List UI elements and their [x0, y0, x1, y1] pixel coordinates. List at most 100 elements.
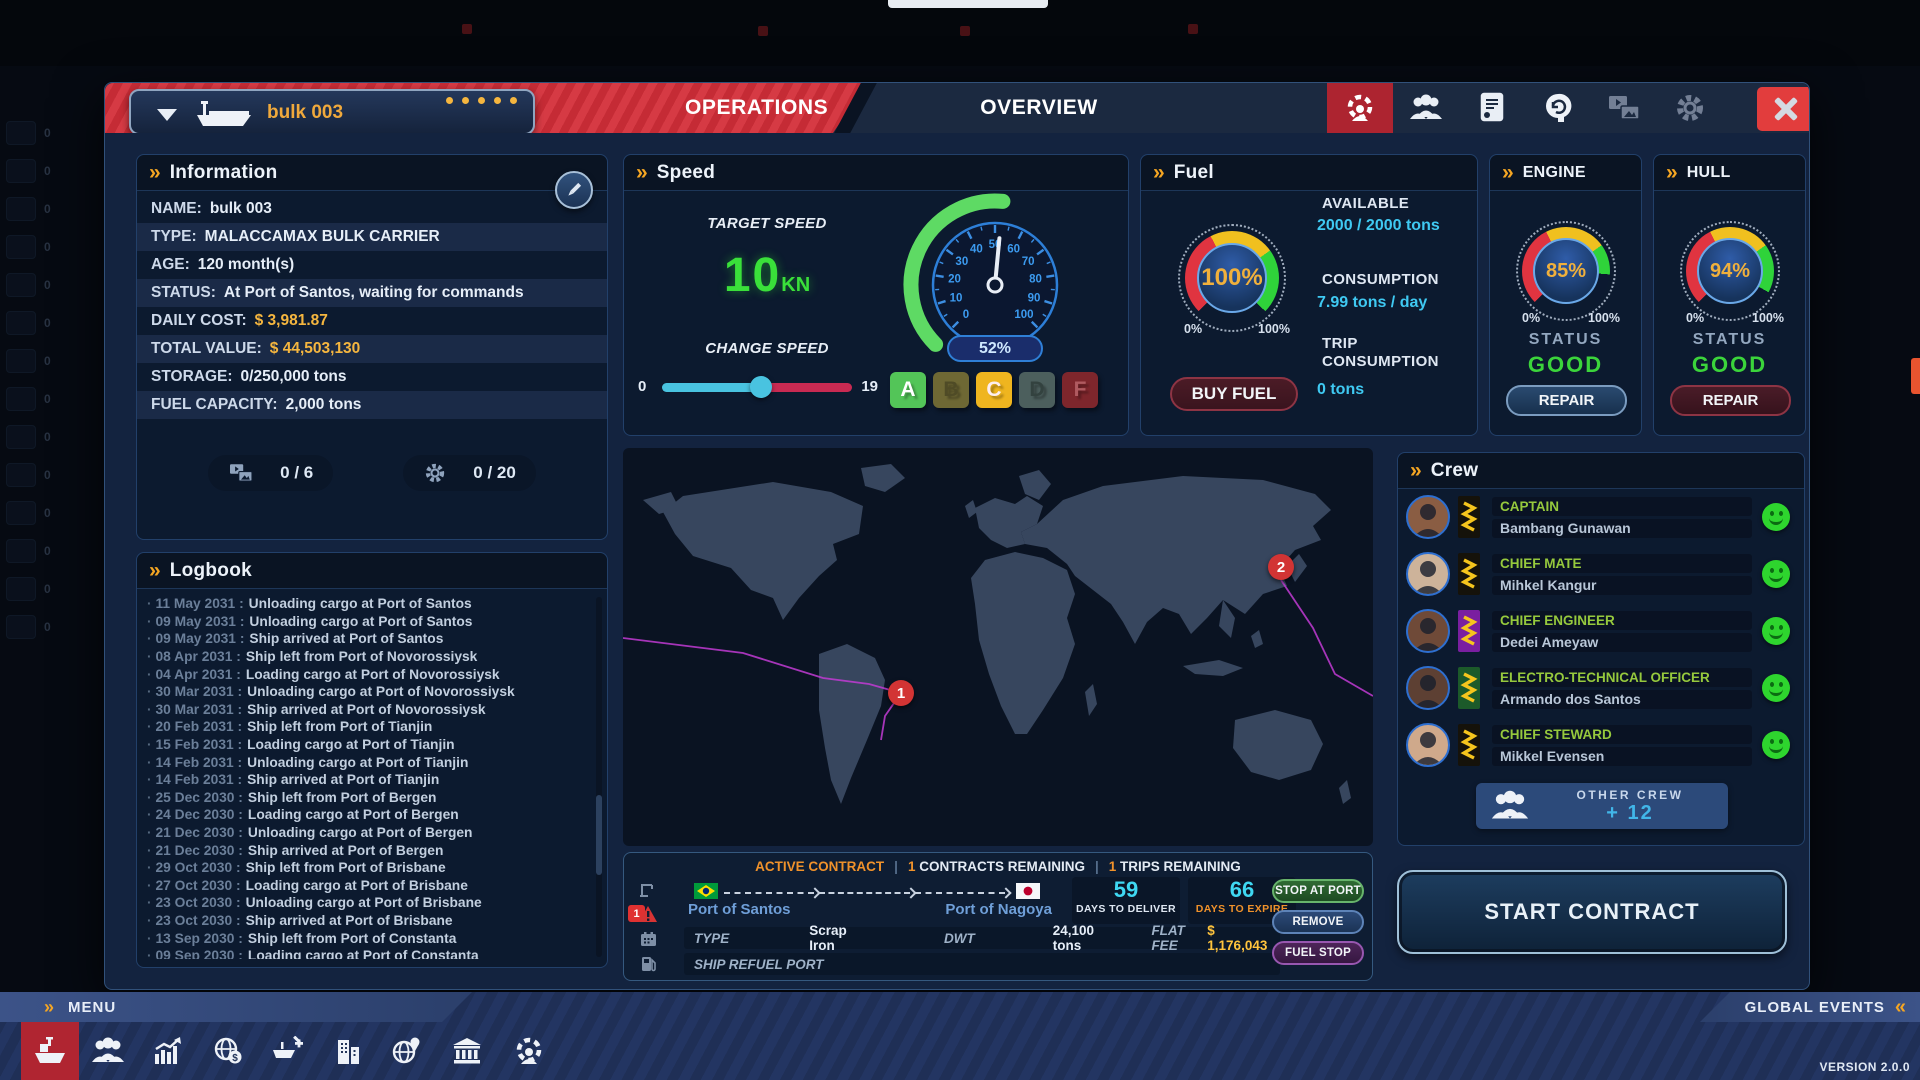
map-marker[interactable]: 1: [888, 680, 914, 706]
menu-crew-button[interactable]: [79, 1022, 137, 1080]
logbook-scrollbar[interactable]: [596, 597, 602, 957]
logbook-header: » Logbook: [137, 553, 607, 589]
log-date: 21 Dec 2030: [147, 825, 243, 840]
info-label: NAME:: [151, 200, 202, 218]
log-text: Unloading cargo at Port of Bergen: [248, 825, 473, 840]
menu-strip[interactable]: » MENU: [0, 992, 472, 1022]
menu-ports-button[interactable]: [378, 1022, 436, 1080]
crew-name: Mikkel Evensen: [1492, 747, 1752, 766]
speed-grade-button[interactable]: A: [890, 372, 926, 408]
background-list-row: 0: [6, 576, 98, 602]
ai-assistant-icon-button[interactable]: [1525, 83, 1591, 133]
info-value: 2,000 tons: [286, 396, 362, 414]
days-to-deliver: 59 DAYS TO DELIVER: [1072, 877, 1180, 924]
ship-selector[interactable]: bulk 003: [129, 89, 535, 133]
contracts-icon-button[interactable]: [1459, 83, 1525, 133]
chevrons-icon: »: [44, 998, 54, 1016]
menu-finance-button[interactable]: [438, 1022, 496, 1080]
chevrons-left-icon: «: [1895, 997, 1906, 1017]
version-label: VERSION 2.0.0: [1819, 1060, 1910, 1074]
contract-action-button[interactable]: REMOVE: [1272, 910, 1364, 934]
logbook-entry: 13 Sep 2030 Ship left from Port of Const…: [147, 929, 591, 947]
speed-grade-button[interactable]: D: [1019, 372, 1055, 408]
log-text: Unloading cargo at Port of Santos: [249, 614, 472, 629]
contract-action-button[interactable]: FUEL STOP: [1272, 941, 1364, 965]
refuel-row[interactable]: SHIP REFUEL PORT: [684, 953, 1280, 975]
buy-fuel-button[interactable]: BUY FUEL: [1170, 377, 1298, 411]
crew-row[interactable]: CHIEF ENGINEER Dedei Ameyaw: [1406, 607, 1796, 655]
trip-value: 0 tons: [1317, 381, 1364, 399]
background-count: 0: [44, 506, 51, 520]
gauge-zero-label: 0%: [1184, 322, 1202, 336]
crew-row[interactable]: CHIEF STEWARD Mikkel Evensen: [1406, 721, 1796, 769]
crane-icon: [639, 881, 657, 897]
crew-row[interactable]: CAPTAIN Bambang Gunawan: [1406, 493, 1796, 541]
tab-overview[interactable]: OVERVIEW: [977, 83, 1101, 133]
warning-icon: [638, 905, 658, 923]
menu-buy-ship-button[interactable]: [259, 1022, 317, 1080]
background-list-row: 0: [6, 272, 98, 298]
information-header: » Information: [137, 155, 607, 191]
edge-notification-tab[interactable]: [1911, 358, 1920, 394]
other-crew-count: + 12: [1532, 802, 1728, 825]
chevrons-icon: »: [1666, 162, 1678, 183]
fuel-pump-icon: [640, 955, 656, 972]
close-icon[interactable]: [1757, 87, 1809, 131]
menu-market-button[interactable]: $: [199, 1022, 257, 1080]
speed-grade-button[interactable]: F: [1062, 372, 1098, 408]
rank-badge-icon: [1458, 610, 1480, 652]
background-count: 0: [44, 392, 51, 406]
background-list-row: 0: [6, 310, 98, 336]
global-events-strip[interactable]: GLOBAL EVENTS «: [1700, 992, 1920, 1022]
crew-name: Dedei Ameyaw: [1492, 633, 1752, 652]
operations-icon-button[interactable]: [1327, 83, 1393, 133]
world-map[interactable]: 1 2: [623, 448, 1373, 846]
settings-gear-icon-button[interactable]: [1657, 83, 1723, 133]
type-label: TYPE: [694, 931, 729, 946]
contract-action-button[interactable]: STOP AT PORT: [1272, 879, 1364, 903]
repair-engine-button[interactable]: REPAIR: [1506, 385, 1627, 416]
background-list-row: 0: [6, 120, 98, 146]
logbook-entry: 23 Oct 2030 Ship arrived at Port of Bris…: [147, 912, 591, 930]
crew-row[interactable]: ELECTRO-TECHNICAL OFFICER Armando dos Sa…: [1406, 664, 1796, 712]
happy-face-icon: [1762, 731, 1790, 759]
start-contract-button[interactable]: START CONTRACT: [1397, 870, 1787, 954]
happy-face-icon: [1762, 503, 1790, 531]
tab-operations[interactable]: OPERATIONS: [685, 83, 825, 133]
equipment-slots[interactable]: 0 / 6: [208, 455, 333, 491]
log-text: Ship left from Port of Brisbane: [246, 860, 446, 875]
menu-help-button[interactable]: [500, 1022, 558, 1080]
panel-title: Crew: [1431, 460, 1479, 482]
speed-slider-handle[interactable]: [750, 376, 772, 398]
log-date: 09 May 2031: [147, 631, 244, 646]
background-dot: [1188, 24, 1198, 34]
map-marker[interactable]: 2: [1268, 554, 1294, 580]
gauge-zero-label: 0%: [1686, 311, 1704, 325]
speed-grade-button[interactable]: C: [976, 372, 1012, 408]
media-icon-button[interactable]: [1591, 83, 1657, 133]
menu-ships-button[interactable]: [21, 1022, 79, 1080]
repair-hull-button[interactable]: REPAIR: [1670, 385, 1791, 416]
background-list-icon: [6, 463, 36, 487]
menu-company-button[interactable]: [319, 1022, 377, 1080]
log-text: Ship left from Port of Bergen: [248, 790, 437, 805]
target-speed-value: 10KN: [682, 247, 852, 303]
menu-stats-button[interactable]: [139, 1022, 197, 1080]
chevrons-icon: »: [149, 560, 161, 581]
speed-grade-button[interactable]: B: [933, 372, 969, 408]
happy-face-icon: [1762, 617, 1790, 645]
speed-slider-track[interactable]: [662, 383, 852, 392]
active-contract-label: ACTIVE CONTRACT: [755, 859, 884, 874]
svg-text:70: 70: [1022, 256, 1035, 268]
speed-percent-badge: 52%: [947, 335, 1043, 362]
log-text: Ship arrived at Port of Tianjin: [247, 772, 439, 787]
log-text: Unloading cargo at Port of Tianjin: [247, 755, 468, 770]
crew-role: CAPTAIN: [1492, 497, 1752, 516]
other-crew-button[interactable]: OTHER CREW + 12: [1476, 783, 1728, 829]
log-date: 15 Feb 2031: [147, 737, 242, 752]
crew-icon-button[interactable]: [1393, 83, 1459, 133]
hull-panel: » HULL 94% 0% 100% STATUS GOOD REPAIR: [1653, 154, 1806, 436]
chevron-down-icon: [157, 109, 177, 121]
crew-row[interactable]: CHIEF MATE Mihkel Kangur: [1406, 550, 1796, 598]
upgrade-slots[interactable]: 0 / 20: [403, 455, 536, 491]
